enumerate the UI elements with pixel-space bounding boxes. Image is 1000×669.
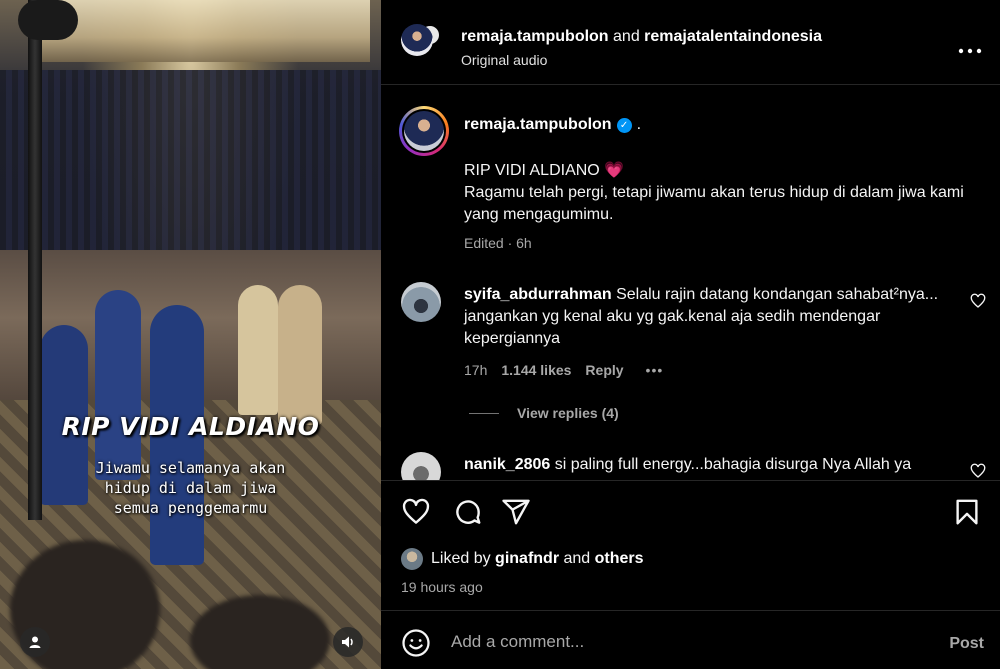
caption-username[interactable]: remaja.tampubolon <box>464 116 612 134</box>
add-comment-bar: Post <box>381 610 1000 669</box>
caption-text: RIP VIDI ALDIANO 💗 Ragamu telah pergi, t… <box>464 160 964 226</box>
comment-button[interactable] <box>453 497 483 527</box>
audio-label[interactable]: Original audio <box>461 52 547 68</box>
bride <box>278 285 322 425</box>
share-button[interactable] <box>501 497 531 527</box>
comment-username[interactable]: nanik_2806 <box>464 456 550 473</box>
tagged-users-button[interactable] <box>20 627 50 657</box>
comment-like-button[interactable] <box>970 463 986 479</box>
comment-username[interactable]: syifa_abdurrahman <box>464 286 612 303</box>
liked-prefix: Liked by <box>431 550 496 567</box>
smiley-icon <box>402 629 430 657</box>
view-replies-label: View replies (4) <box>517 405 619 421</box>
speaker-icon <box>342 636 353 648</box>
authors-connector: and <box>608 28 645 45</box>
post-time[interactable]: 19 hours ago <box>401 579 483 595</box>
mic-stand <box>28 0 42 520</box>
author-avatar[interactable] <box>401 24 433 56</box>
overlay-line: semua penggemarmu <box>113 499 268 517</box>
heart-icon <box>970 293 986 308</box>
emoji-button[interactable] <box>401 628 431 658</box>
liked-user[interactable]: ginafndr <box>495 550 559 567</box>
post-details-panel: remaja.tampubolon and remajatalentaindon… <box>381 0 1000 669</box>
overlay-line: Jiwamu selamanya akan <box>95 459 286 477</box>
comment-icon <box>456 500 481 524</box>
comment-meta: 17h 1.144 likes Reply ••• <box>464 362 663 378</box>
comment-item: nanik_2806 si paling full energy...bahag… <box>381 452 1000 480</box>
comment-avatar[interactable] <box>401 282 441 322</box>
comment-like-button[interactable] <box>970 293 986 309</box>
comment-time: 17h <box>464 362 488 378</box>
like-button[interactable] <box>401 497 431 527</box>
comment-text: si paling full energy...bahagia disurga … <box>554 456 912 473</box>
liker-avatar[interactable] <box>401 548 423 570</box>
liked-by: Liked by ginafndr and others <box>401 548 644 570</box>
more-options-button[interactable] <box>958 37 982 60</box>
comment-likes[interactable]: 1.144 likes <box>501 362 571 378</box>
comment-avatar[interactable] <box>401 452 441 480</box>
comment-reply-button[interactable]: Reply <box>585 362 623 378</box>
video-overlay-subtitle: Jiwamu selamanya akan hidup di dalam jiw… <box>0 458 381 518</box>
replies-divider <box>469 412 499 414</box>
author-username[interactable]: remaja.tampubolon <box>461 28 609 45</box>
overlay-line: hidup di dalam jiwa <box>104 479 277 497</box>
video-overlay-title: RIP VIDI ALDIANO <box>61 412 320 441</box>
save-button[interactable] <box>952 497 982 527</box>
caption-line-2: Ragamu telah pergi, tetapi jiwamu akan t… <box>464 184 964 223</box>
view-replies-button[interactable]: View replies (4) <box>469 405 619 421</box>
ceiling-lights <box>40 0 370 62</box>
liked-mid: and <box>559 550 595 567</box>
heart-icon <box>970 463 986 478</box>
caption-line-1: RIP VIDI ALDIANO <box>464 162 605 179</box>
caption-user-row: remaja.tampubolon ✓ . <box>464 116 641 134</box>
video-player[interactable]: RIP VIDI ALDIANO Jiwamu selamanya akan h… <box>0 0 381 669</box>
comment-body: nanik_2806 si paling full energy...bahag… <box>464 454 944 476</box>
stage-curtain <box>0 70 381 270</box>
heart-icon <box>402 498 430 524</box>
groom <box>238 285 278 415</box>
mute-button[interactable] <box>333 627 363 657</box>
caption-avatar[interactable] <box>399 106 449 156</box>
more-horizontal-icon <box>958 48 982 54</box>
user-icon <box>29 636 41 648</box>
dancer <box>95 290 141 480</box>
comment-body: syifa_abdurrahman Selalu rajin datang ko… <box>464 284 944 350</box>
bookmark-icon <box>956 499 978 525</box>
microphone <box>18 0 78 40</box>
post-authors: remaja.tampubolon and remajatalentaindon… <box>461 28 822 46</box>
collaborator-username[interactable]: remajatalentaindonesia <box>644 28 822 45</box>
share-icon <box>502 499 530 525</box>
post-comment-button[interactable]: Post <box>949 635 984 653</box>
pink-heart-emoji: 💗 <box>604 162 625 179</box>
post-header: remaja.tampubolon and remajatalentaindon… <box>381 0 1000 85</box>
comment-more-button[interactable]: ••• <box>646 362 664 378</box>
liked-others[interactable]: others <box>595 550 644 567</box>
caption-meta: Edited · 6h <box>464 235 532 251</box>
post-actions: Liked by ginafndr and others 19 hours ag… <box>381 480 1000 610</box>
comment-input[interactable] <box>451 625 921 659</box>
caption-dot: . <box>636 116 642 133</box>
post-viewer: RIP VIDI ALDIANO Jiwamu selamanya akan h… <box>0 0 1000 669</box>
verified-badge-icon: ✓ <box>616 117 632 133</box>
